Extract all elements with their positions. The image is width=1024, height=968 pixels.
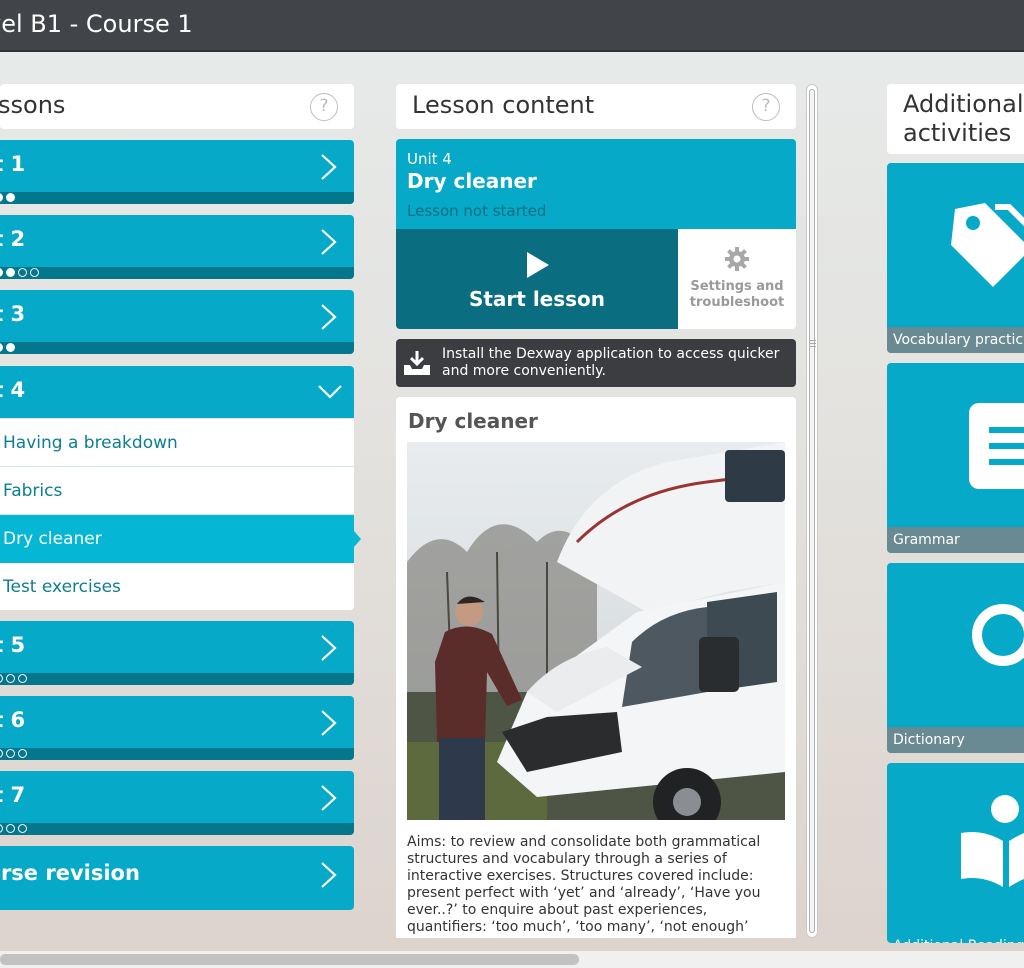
lesson-description-title: Dry cleaner	[408, 409, 538, 433]
course-title: vel B1 - Course 1	[0, 10, 193, 38]
settings-label: Settings and troubleshoot	[689, 279, 785, 310]
document-icon	[969, 403, 1024, 489]
search-icon	[972, 604, 1024, 666]
download-icon	[404, 351, 430, 375]
progress-dot	[6, 824, 15, 833]
lesson-content-header: Lesson content ?	[396, 84, 796, 129]
unit-2[interactable]: it 2	[0, 215, 354, 279]
lesson-description-card: Dry cleaner Aims: to review and consolid…	[396, 397, 796, 938]
active-lesson-pointer	[354, 531, 361, 547]
gear-icon	[725, 247, 749, 271]
activity-additional-reading[interactable]: Additional Reading	[887, 763, 1024, 943]
chevron-right-icon	[321, 304, 337, 330]
unit-label: it 1	[0, 152, 26, 176]
activities-title-line-1: Additional	[903, 90, 1024, 118]
progress-dot	[6, 749, 15, 758]
progress-dot	[0, 749, 3, 758]
lesson-item-fabrics[interactable]: Fabrics	[0, 467, 354, 515]
lesson-name: Dry cleaner	[407, 169, 537, 193]
unit-progress	[0, 267, 354, 279]
course-revision[interactable]: urse revision	[0, 846, 354, 910]
unit-3[interactable]: it 3	[0, 290, 354, 354]
install-app-banner[interactable]: Install the Dexway application to access…	[396, 339, 796, 387]
progress-dot	[0, 193, 3, 202]
progress-dot	[18, 674, 27, 683]
help-icon[interactable]: ?	[752, 93, 780, 121]
unit-1[interactable]: it 1	[0, 140, 354, 204]
unit-6[interactable]: it 6	[0, 696, 354, 760]
progress-dot	[0, 674, 3, 683]
start-lesson-button[interactable]: Start lesson	[396, 229, 678, 329]
unit-label: it 4	[0, 378, 26, 402]
settings-button[interactable]: Settings and troubleshoot	[678, 229, 796, 329]
activity-vocabulary-practice[interactable]: Vocabulary practic	[887, 163, 1024, 353]
unit-7[interactable]: it 7	[0, 771, 354, 835]
lesson-item-dry-cleaner[interactable]: Dry cleaner	[0, 515, 354, 563]
lesson-aims-text: Aims: to review and consolidate both gra…	[407, 834, 761, 935]
unit-label: it 3	[0, 302, 26, 326]
progress-dot	[0, 824, 3, 833]
unit-label: it 7	[0, 783, 26, 807]
horizontal-scrollbar-thumb[interactable]	[0, 954, 579, 965]
unit-5[interactable]: it 5	[0, 621, 354, 685]
chevron-down-icon	[318, 385, 342, 399]
title-bar: vel B1 - Course 1	[0, 0, 1024, 52]
lesson-status: Lesson not started	[407, 202, 547, 220]
lesson-item-test-exercises[interactable]: Test exercises	[0, 563, 354, 610]
unit-4[interactable]: it 4	[0, 366, 354, 418]
horizontal-scrollbar[interactable]	[0, 951, 1024, 968]
help-icon[interactable]: ?	[310, 93, 338, 121]
vertical-scrollbar[interactable]	[806, 84, 818, 938]
unit-progress	[0, 673, 354, 685]
lesson-item-having-a-breakdown[interactable]: Having a breakdown	[0, 419, 354, 467]
chevron-right-icon	[321, 229, 337, 255]
unit-progress	[0, 823, 354, 835]
lesson-unit-number: Unit 4	[407, 150, 452, 168]
activity-dictionary[interactable]: Dictionary	[887, 563, 1024, 753]
start-lesson-label: Start lesson	[468, 287, 606, 311]
progress-dot	[6, 343, 15, 352]
chevron-right-icon	[321, 862, 337, 888]
progress-dot	[18, 749, 27, 758]
lesson-photo	[407, 442, 785, 820]
progress-dot	[30, 268, 39, 277]
unit-label: it 6	[0, 708, 26, 732]
scrollbar-grip-icon	[810, 340, 816, 349]
unit-progress	[0, 748, 354, 760]
activity-label: Grammar	[887, 527, 1024, 553]
chevron-right-icon	[321, 710, 337, 736]
install-app-text: Install the Dexway application to access…	[442, 346, 780, 379]
progress-dot	[6, 193, 15, 202]
lessons-panel-title: ssons	[0, 91, 66, 119]
chevron-right-icon	[321, 635, 337, 661]
activity-label: Dictionary	[887, 727, 1024, 753]
progress-dot	[18, 824, 27, 833]
unit-label: it 2	[0, 227, 26, 251]
progress-dot	[18, 268, 27, 277]
progress-dot	[6, 268, 15, 277]
play-icon	[527, 252, 549, 278]
lessons-panel-header: ssons ?	[0, 84, 354, 129]
chevron-right-icon	[321, 154, 337, 180]
reading-icon	[961, 795, 1024, 887]
lesson-content-title: Lesson content	[412, 91, 595, 119]
progress-dot	[0, 268, 3, 277]
lesson-summary: Unit 4 Dry cleaner Lesson not started	[396, 139, 796, 229]
progress-dot	[0, 343, 3, 352]
activity-label: Additional Reading	[887, 933, 1024, 943]
activities-panel-header: Additional activities	[887, 84, 1024, 154]
activities-title-line-2: activities	[903, 119, 1012, 147]
unit-progress	[0, 192, 354, 204]
activity-label: Vocabulary practic	[887, 327, 1024, 353]
activity-grammar[interactable]: Grammar	[887, 363, 1024, 553]
unit-label: urse revision	[0, 861, 140, 885]
unit-label: it 5	[0, 633, 26, 657]
progress-dot	[6, 674, 15, 683]
tag-icon	[951, 203, 1024, 287]
unit-progress	[0, 342, 354, 354]
chevron-right-icon	[321, 785, 337, 811]
scrollbar-thumb[interactable]	[809, 89, 816, 933]
